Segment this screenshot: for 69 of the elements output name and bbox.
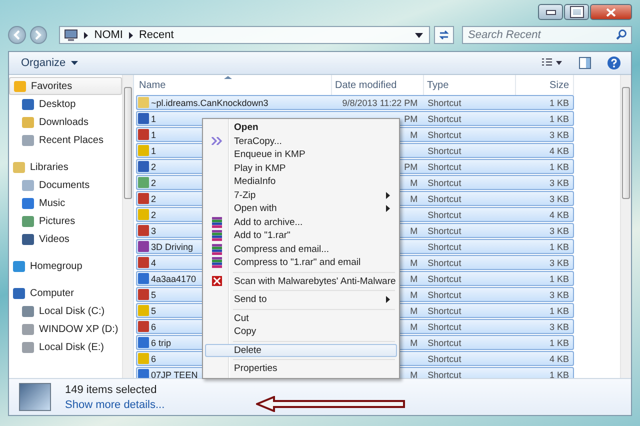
type-text: Shortcut: [428, 306, 462, 316]
size-text: 3 KB: [549, 130, 569, 140]
date-text: M: [410, 226, 418, 236]
date-text: M: [410, 290, 418, 300]
file-name: 3D Driving: [151, 242, 194, 252]
date-text: M: [410, 370, 418, 380]
size-text: 3 KB: [549, 226, 569, 236]
file-name: 2: [151, 194, 156, 204]
type-text: Shortcut: [428, 162, 462, 172]
date-text: 9/8/2013 11:22 PM: [342, 98, 418, 108]
file-name: 5: [151, 290, 156, 300]
date-text: M: [410, 322, 418, 332]
file-name: 6: [151, 322, 156, 332]
size-text: 3 KB: [549, 178, 569, 188]
date-text: PM: [404, 114, 418, 124]
size-text: 4 KB: [549, 210, 569, 220]
size-text: 3 KB: [549, 290, 569, 300]
file-name: 1: [151, 130, 156, 140]
type-text: Shortcut: [428, 226, 462, 236]
file-name: 1: [151, 146, 156, 156]
size-text: 1 KB: [549, 114, 569, 124]
file-name: 07JP TEEN: [151, 370, 198, 380]
type-text: Shortcut: [428, 242, 462, 252]
date-text: M: [410, 178, 418, 188]
size-text: 1 KB: [549, 162, 569, 172]
type-text: Shortcut: [428, 338, 462, 348]
file-name: 2: [151, 210, 156, 220]
type-text: Shortcut: [428, 210, 462, 220]
size-text: 4 KB: [549, 354, 569, 364]
size-text: 3 KB: [549, 322, 569, 332]
type-text: Shortcut: [428, 130, 462, 140]
size-text: 1 KB: [549, 306, 569, 316]
type-text: Shortcut: [428, 146, 462, 156]
type-text: Shortcut: [428, 178, 462, 188]
size-text: 1 KB: [549, 242, 569, 252]
type-text: Shortcut: [428, 114, 462, 124]
file-name: 2: [151, 162, 156, 172]
type-text: Shortcut: [428, 322, 462, 332]
size-text: 4 KB: [549, 146, 569, 156]
size-text: 1 KB: [549, 274, 569, 284]
type-text: Shortcut: [428, 370, 462, 380]
date-text: PM: [404, 162, 418, 172]
type-text: Shortcut: [428, 258, 462, 268]
date-text: M: [410, 258, 418, 268]
file-name: 3: [151, 226, 156, 236]
file-name: 4a3aa4170: [151, 274, 196, 284]
size-text: 1 KB: [549, 98, 569, 108]
date-text: M: [410, 130, 418, 140]
size-text: 1 KB: [549, 338, 569, 348]
type-text: Shortcut: [428, 290, 462, 300]
type-text: Shortcut: [428, 194, 462, 204]
file-name: ~pl.idreams.CanKnockdown3: [151, 98, 268, 108]
file-name: 5: [151, 306, 156, 316]
size-text: 3 KB: [549, 194, 569, 204]
file-name: 4: [151, 258, 156, 268]
type-text: Shortcut: [428, 274, 462, 284]
size-text: 1 KB: [549, 370, 569, 380]
date-text: M: [410, 194, 418, 204]
date-text: M: [410, 274, 418, 284]
file-name: 6 trip: [151, 338, 172, 348]
date-text: M: [410, 306, 418, 316]
type-text: Shortcut: [428, 98, 462, 108]
file-name: 2: [151, 178, 156, 188]
size-text: 3 KB: [549, 258, 569, 268]
date-text: M: [410, 338, 418, 348]
file-name: 1: [151, 114, 156, 124]
selection-summary: 149 items selected: [65, 384, 158, 396]
file-name: 6: [151, 354, 156, 364]
type-text: Shortcut: [428, 354, 462, 364]
